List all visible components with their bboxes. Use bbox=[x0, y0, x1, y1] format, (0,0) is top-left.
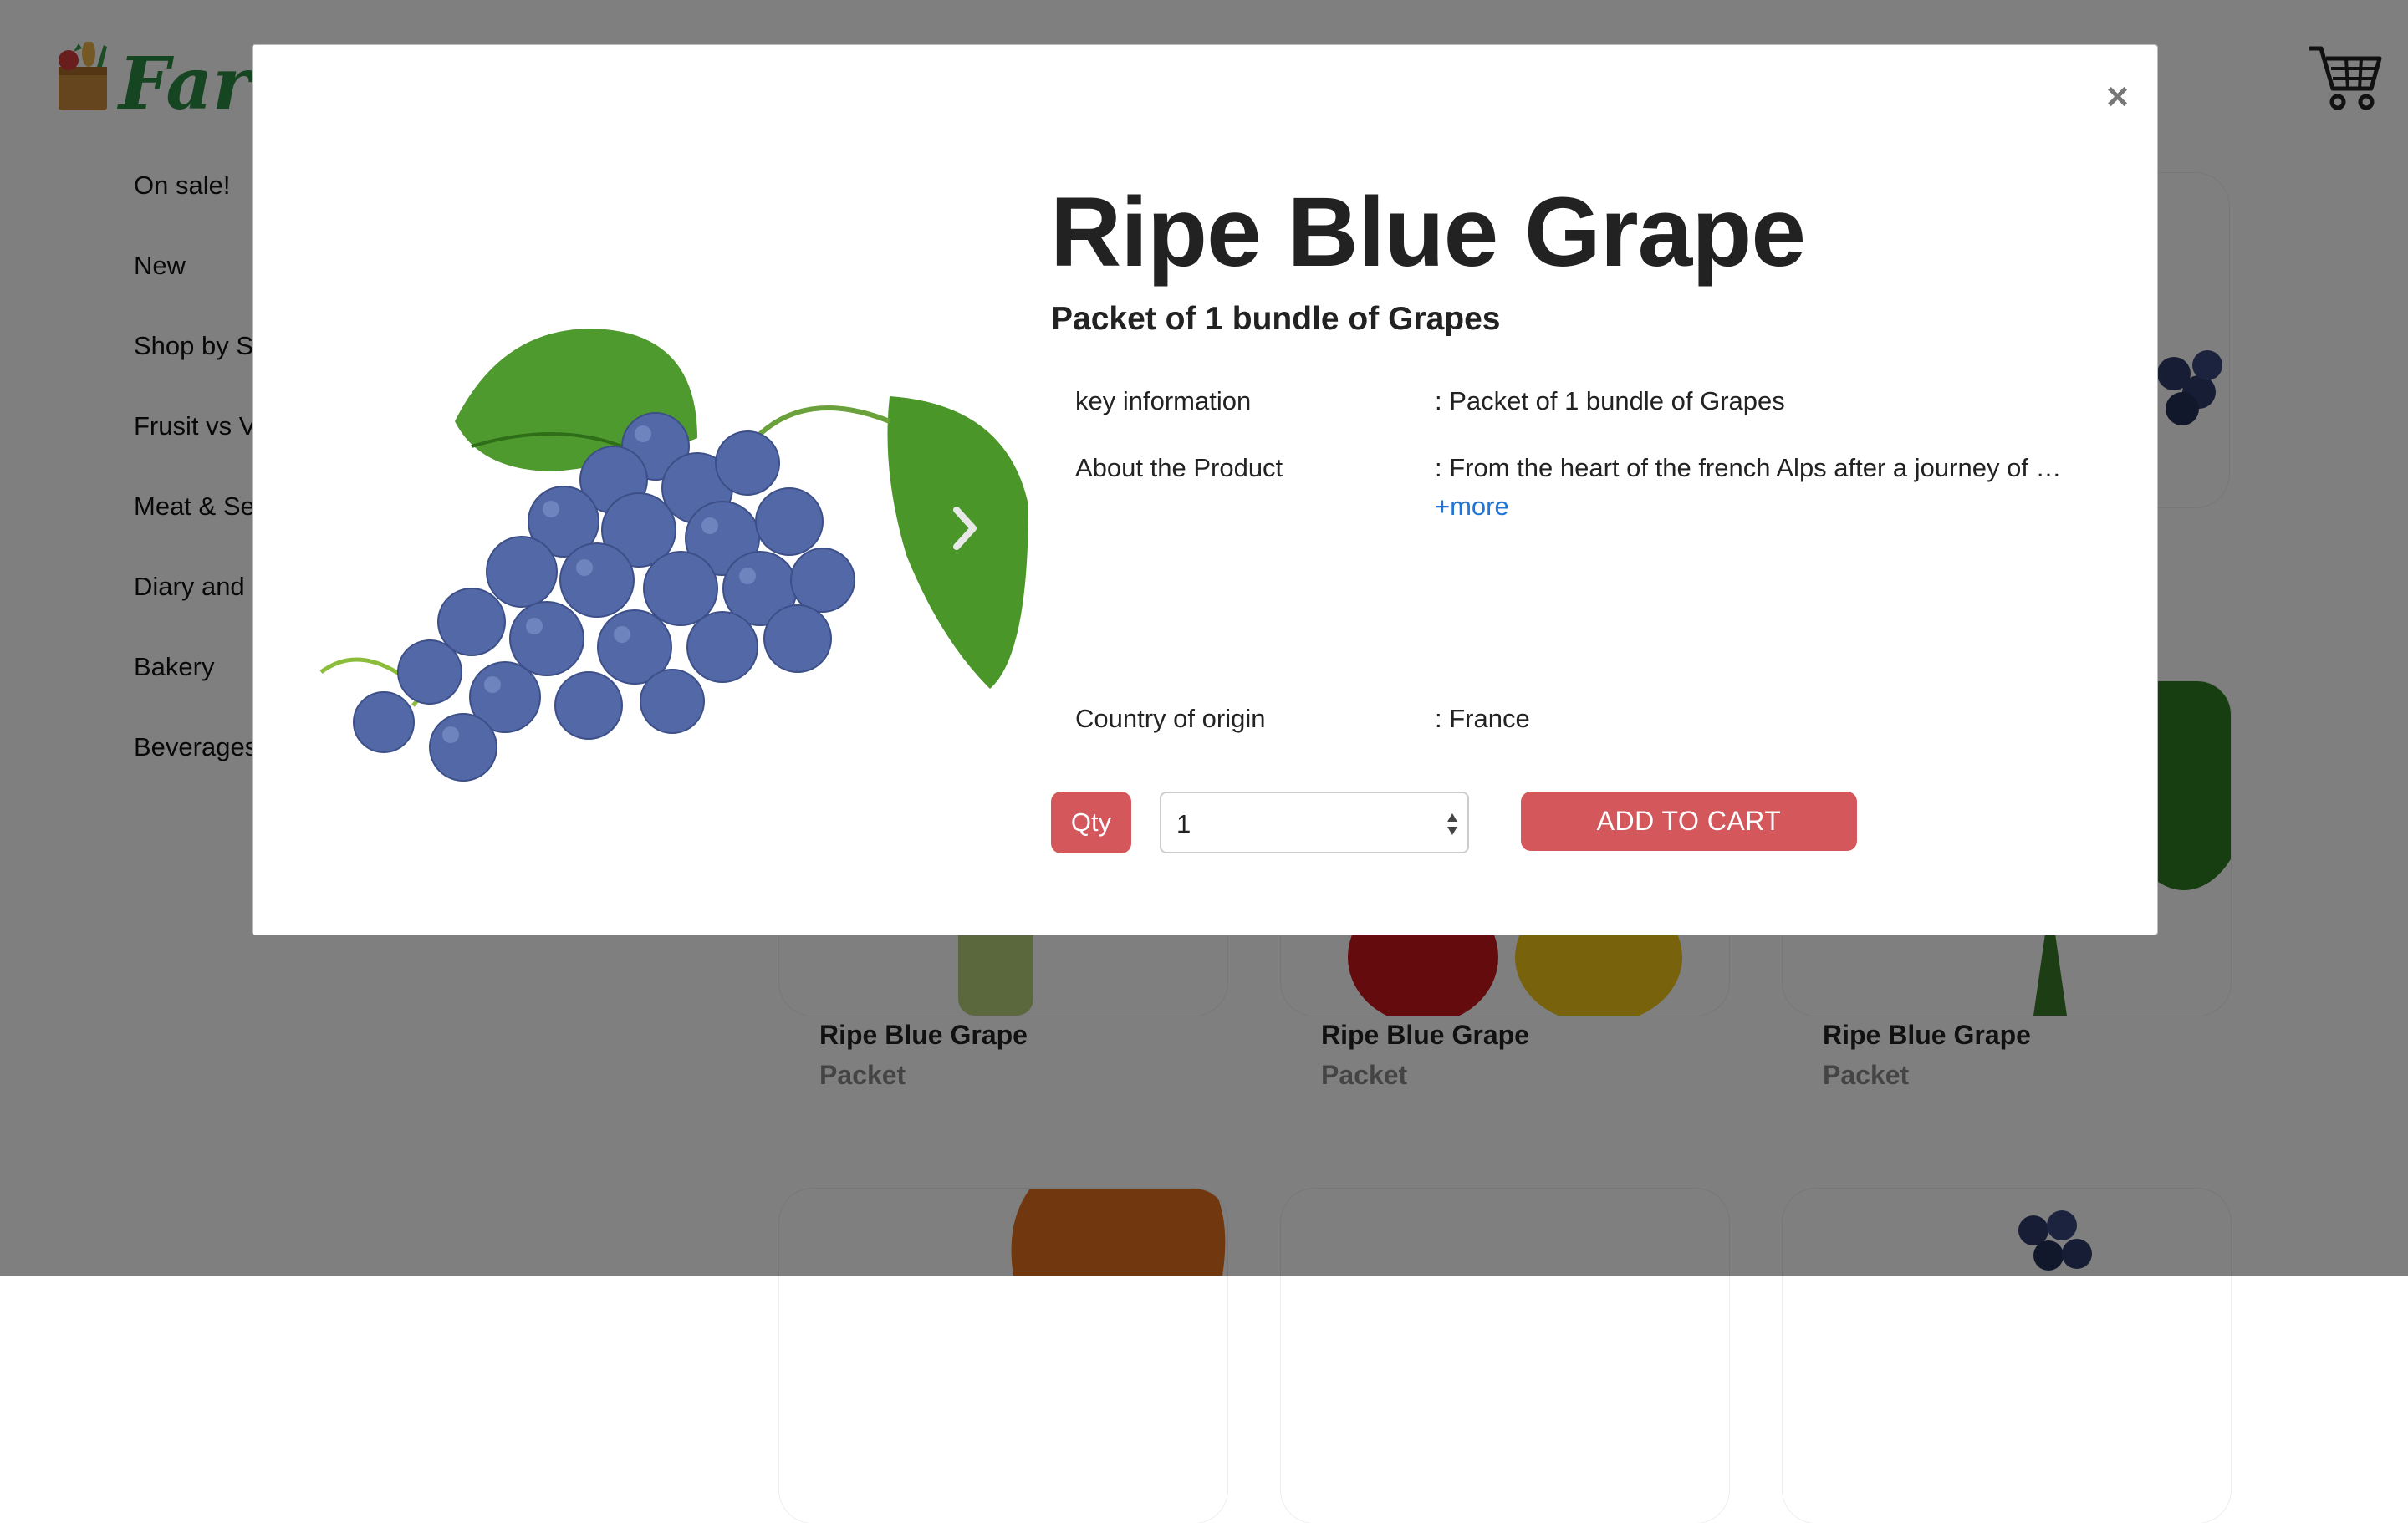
more-link[interactable]: +more bbox=[1435, 492, 1509, 522]
quantity-stepper[interactable]: 1 bbox=[1160, 792, 1469, 853]
product-detail-modal: × Ripe Blue Grape Packet of 1 bundle of … bbox=[252, 44, 2158, 935]
close-icon[interactable]: × bbox=[2106, 77, 2129, 115]
detail-value-about: : From the heart of the french Alps afte… bbox=[1435, 453, 2062, 482]
detail-label-about: About the Product bbox=[1075, 453, 1283, 482]
chevron-right-icon[interactable] bbox=[948, 503, 982, 553]
detail-label-origin: Country of origin bbox=[1075, 704, 1266, 733]
product-subtitle: Packet of 1 bundle of Grapes bbox=[1051, 301, 1501, 337]
detail-label-key-info: key information bbox=[1075, 386, 1252, 415]
product-title: Ripe Blue Grape bbox=[1050, 177, 1806, 288]
detail-value-origin: : France bbox=[1435, 704, 1530, 733]
add-to-cart-button[interactable]: ADD TO CART bbox=[1521, 792, 1857, 851]
product-image bbox=[319, 329, 1028, 782]
detail-value-key-info: : Packet of 1 bundle of Grapes bbox=[1435, 386, 1785, 415]
qty-label: Qty bbox=[1051, 792, 1131, 853]
quantity-value: 1 bbox=[1176, 809, 1191, 838]
spinner-arrows-icon[interactable] bbox=[1446, 810, 1459, 838]
